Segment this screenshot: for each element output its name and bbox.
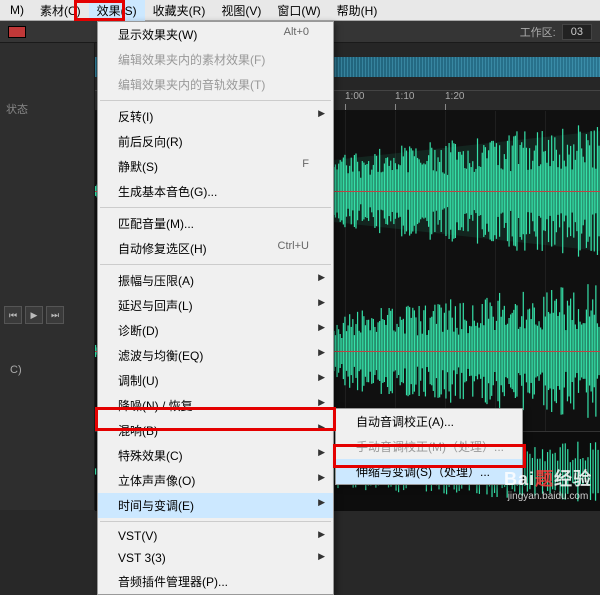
submenu-arrow-icon: ▶ xyxy=(318,447,325,458)
submenu-arrow-icon: ▶ xyxy=(318,551,325,562)
menu-item[interactable]: 静默(S)F xyxy=(98,154,333,179)
menubar-item-effects[interactable]: 效果(S) xyxy=(89,0,145,21)
rewind-icon[interactable]: ⏮ xyxy=(4,306,22,324)
submenu-item: 手动音调校正(M)（处理）... xyxy=(336,434,522,459)
submenu-arrow-icon: ▶ xyxy=(318,372,325,383)
menu-item[interactable]: 滤波与均衡(EQ)▶ xyxy=(98,343,333,368)
menu-item[interactable]: 反转(I)▶ xyxy=(98,104,333,129)
menu-item[interactable]: 调制(U)▶ xyxy=(98,368,333,393)
workarea-value[interactable]: 03 xyxy=(562,24,592,40)
time-tick: 1:10 xyxy=(395,91,445,110)
menu-item[interactable]: VST 3(3)▶ xyxy=(98,547,333,569)
transport-controls: ⏮ ▶ ⏭ xyxy=(4,306,64,324)
submenu-item[interactable]: 伸缩与变调(S)（处理）... xyxy=(336,459,522,484)
track-color-chip xyxy=(8,26,26,38)
time-tick: 1:00 xyxy=(345,91,395,110)
menu-item[interactable]: 降噪(N) / 恢复▶ xyxy=(98,393,333,418)
menubar-item-window[interactable]: 窗口(W) xyxy=(269,0,328,21)
submenu-arrow-icon: ▶ xyxy=(318,472,325,483)
submenu-arrow-icon: ▶ xyxy=(318,497,325,508)
menu-separator xyxy=(100,521,331,522)
menu-separator xyxy=(100,100,331,101)
submenu-arrow-icon: ▶ xyxy=(318,397,325,408)
submenu-item[interactable]: 自动音调校正(A)... xyxy=(336,409,522,434)
menu-separator xyxy=(100,264,331,265)
menu-bar: M) 素材(C) 效果(S) 收藏夹(R) 视图(V) 窗口(W) 帮助(H) xyxy=(0,0,600,21)
forward-icon[interactable]: ⏭ xyxy=(46,306,64,324)
submenu-arrow-icon: ▶ xyxy=(318,272,325,283)
c-label: C) xyxy=(10,364,22,376)
menu-item[interactable]: 诊断(D)▶ xyxy=(98,318,333,343)
menu-item: 编辑效果夹内的素材效果(F) xyxy=(98,47,333,72)
menubar-item-favorites[interactable]: 收藏夹(R) xyxy=(145,0,214,21)
submenu-arrow-icon: ▶ xyxy=(318,422,325,433)
menu-item[interactable]: 显示效果夹(W)Alt+0 xyxy=(98,22,333,47)
status-label: 状态 xyxy=(0,43,94,117)
effects-dropdown: 显示效果夹(W)Alt+0编辑效果夹内的素材效果(F)编辑效果夹内的音轨效果(T… xyxy=(97,21,334,595)
menu-item[interactable]: 前后反向(R) xyxy=(98,129,333,154)
menu-item[interactable]: 立体声声像(O)▶ xyxy=(98,468,333,493)
time-pitch-submenu: 自动音调校正(A)...手动音调校正(M)（处理）...伸缩与变调(S)（处理）… xyxy=(335,408,523,485)
menu-item[interactable]: 生成基本音色(G)... xyxy=(98,179,333,204)
menubar-item-view[interactable]: 视图(V) xyxy=(213,0,269,21)
menu-item: 编辑效果夹内的音轨效果(T) xyxy=(98,72,333,97)
submenu-arrow-icon: ▶ xyxy=(318,322,325,333)
menu-item[interactable]: VST(V)▶ xyxy=(98,525,333,547)
submenu-arrow-icon: ▶ xyxy=(318,108,325,119)
time-tick: 1:20 xyxy=(445,91,495,110)
submenu-arrow-icon: ▶ xyxy=(318,297,325,308)
menubar-item-material[interactable]: 素材(C) xyxy=(32,0,89,21)
menu-item[interactable]: 匹配音量(M)... xyxy=(98,211,333,236)
play-icon[interactable]: ▶ xyxy=(25,306,43,324)
submenu-arrow-icon: ▶ xyxy=(318,347,325,358)
menu-item[interactable]: 时间与变调(E)▶ xyxy=(98,493,333,518)
menu-item[interactable]: 音频插件管理器(P)... xyxy=(98,569,333,594)
menu-item[interactable]: 振幅与压限(A)▶ xyxy=(98,268,333,293)
left-panel: 状态 ⏮ ▶ ⏭ C) xyxy=(0,43,95,510)
menu-item[interactable]: 自动修复选区(H)Ctrl+U xyxy=(98,236,333,261)
menu-item[interactable]: 混响(B)▶ xyxy=(98,418,333,443)
menu-item[interactable]: 延迟与回声(L)▶ xyxy=(98,293,333,318)
menu-item[interactable]: 特殊效果(C)▶ xyxy=(98,443,333,468)
menubar-item-help[interactable]: 帮助(H) xyxy=(329,0,386,21)
menu-separator xyxy=(100,207,331,208)
submenu-arrow-icon: ▶ xyxy=(318,529,325,540)
menubar-item-0[interactable]: M) xyxy=(2,1,32,19)
workarea-label: 工作区: xyxy=(520,24,556,40)
